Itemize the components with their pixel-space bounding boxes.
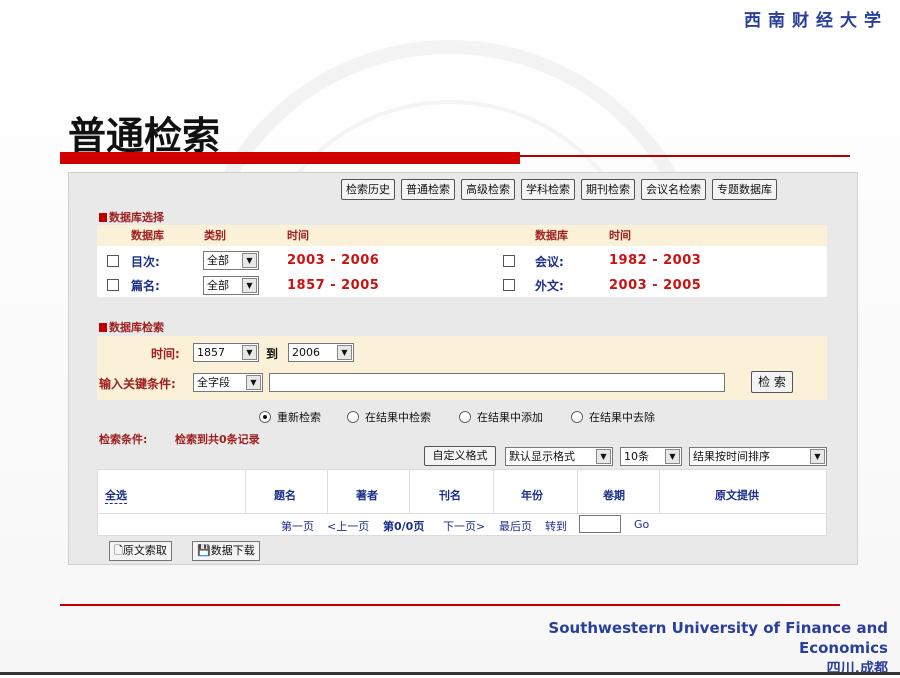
keyword-input[interactable] — [269, 373, 725, 392]
checkbox-conference[interactable] — [503, 255, 515, 267]
page-status: 第0/0页 — [383, 520, 425, 533]
years-foreign: 2003 - 2005 — [609, 278, 702, 293]
column-divider — [577, 469, 578, 514]
footer-rule — [60, 604, 840, 606]
journal-search-button[interactable]: 期刊检索 — [581, 179, 635, 200]
last-page-link[interactable]: 最后页 — [499, 518, 532, 534]
db-search-label: 数据库检索 — [99, 319, 164, 335]
column-journal[interactable]: 刊名 — [439, 487, 461, 503]
years-toc: 2003 - 2006 — [287, 253, 380, 268]
custom-format-button[interactable]: 自定义格式 — [424, 446, 496, 466]
chevron-down-icon: ▼ — [242, 253, 257, 268]
go-button[interactable]: Go — [634, 518, 649, 531]
db-name-title: 篇名: — [131, 279, 160, 293]
search-button[interactable]: 检 索 — [751, 371, 793, 393]
city-label: 四川.成都 — [826, 661, 888, 677]
keyword-label: 输入关键条件: — [99, 377, 176, 391]
condition-label: 检索条件: — [99, 433, 148, 446]
col-time: 时间 — [287, 229, 309, 242]
toolbar: 检索历史 普通检索 高级检索 学科检索 期刊检索 会议名检索 专题数据库 — [341, 179, 777, 200]
column-divider — [493, 469, 494, 514]
radio-remove-from-results[interactable]: 在结果中去除 — [571, 409, 655, 425]
checkbox-foreign[interactable] — [503, 279, 515, 291]
display-format-select[interactable]: 默认显示格式 ▼ — [505, 447, 613, 466]
column-divider — [245, 469, 246, 514]
chevron-down-icon: ▼ — [596, 449, 611, 464]
chevron-down-icon: ▼ — [337, 345, 352, 360]
db-name-conference: 会议: — [535, 255, 564, 269]
to-label: 到 — [266, 347, 279, 361]
col-db-2: 数据库 — [535, 229, 568, 242]
sort-select[interactable]: 结果按时间排序 ▼ — [689, 447, 827, 466]
goto-label: 转到 — [545, 520, 567, 533]
from-year-select[interactable]: 1857 ▼ — [193, 343, 259, 362]
search-screenshot-panel: 检索历史 普通检索 高级检索 学科检索 期刊检索 会议名检索 专题数据库 数据库… — [68, 172, 858, 565]
column-title[interactable]: 题名 — [274, 487, 296, 503]
type-select-title[interactable]: 全部 ▼ — [203, 276, 259, 295]
radio-new-search[interactable]: 重新检索 — [259, 409, 321, 425]
prev-page-link[interactable]: <上一页 — [327, 518, 369, 534]
condition-value: 检索到共0条记录 — [175, 433, 260, 446]
title-accent-bar — [60, 152, 520, 164]
years-title: 1857 - 2005 — [287, 278, 380, 293]
chevron-down-icon: ▼ — [246, 375, 261, 390]
radio-search-within[interactable]: 在结果中检索 — [347, 409, 431, 425]
radio-icon — [347, 411, 359, 423]
to-year-select[interactable]: 2006 ▼ — [288, 343, 354, 362]
next-page-link[interactable]: 下一页> — [443, 518, 485, 534]
radio-add-to-results[interactable]: 在结果中添加 — [459, 409, 543, 425]
column-author[interactable]: 著者 — [356, 487, 378, 503]
column-divider — [327, 469, 328, 514]
field-select[interactable]: 全字段 ▼ — [193, 373, 263, 392]
column-divider — [659, 469, 660, 514]
goto-page-input[interactable] — [579, 515, 621, 533]
first-page-link[interactable]: 第一页 — [281, 518, 314, 534]
years-conference: 1982 - 2003 — [609, 253, 702, 268]
time-label: 时间: — [151, 347, 180, 361]
type-select-toc[interactable]: 全部 ▼ — [203, 251, 259, 270]
chevron-down-icon: ▼ — [242, 278, 257, 293]
data-download-button[interactable]: 💾数据下载 — [192, 541, 260, 561]
column-year[interactable]: 年份 — [521, 487, 543, 503]
chevron-down-icon: ▼ — [810, 449, 825, 464]
checkbox-title[interactable] — [107, 279, 119, 291]
fulltext-request-button[interactable]: 🗋原文索取 — [109, 541, 172, 561]
university-name-en: Southwestern University of Finance and E… — [548, 619, 888, 657]
db-select-label: 数据库选择 — [99, 209, 164, 225]
save-icon: 💾 — [197, 544, 211, 557]
column-volume[interactable]: 卷期 — [603, 487, 625, 503]
slide: 西南财经大学 普通检索 检索历史 普通检索 高级检索 学科检索 期刊检索 会议名… — [0, 0, 900, 677]
db-name-foreign: 外文: — [535, 279, 564, 293]
col-type: 类别 — [204, 229, 226, 242]
chevron-down-icon: ▼ — [665, 449, 680, 464]
conference-search-button[interactable]: 会议名检索 — [641, 179, 706, 200]
radio-icon — [571, 411, 583, 423]
special-db-button[interactable]: 专题数据库 — [712, 179, 777, 200]
radio-selected-icon — [259, 411, 271, 423]
db-name-toc: 目次: — [131, 255, 160, 269]
checkbox-toc[interactable] — [107, 255, 119, 267]
select-all-checkbox[interactable]: 全选 — [105, 487, 127, 504]
university-name-cn: 西南财经大学 — [744, 11, 888, 31]
radio-icon — [459, 411, 471, 423]
col-db: 数据库 — [131, 229, 164, 242]
section-marker-icon — [99, 213, 107, 222]
document-icon: 🗋 — [114, 544, 123, 557]
col-time-2: 时间 — [609, 229, 631, 242]
advanced-search-button[interactable]: 高级检索 — [461, 179, 515, 200]
section-marker-icon — [99, 323, 107, 332]
column-divider — [409, 469, 410, 514]
subject-search-button[interactable]: 学科检索 — [521, 179, 575, 200]
chevron-down-icon: ▼ — [242, 345, 257, 360]
page-size-select[interactable]: 10条 ▼ — [620, 447, 682, 466]
history-button[interactable]: 检索历史 — [341, 179, 395, 200]
basic-search-button[interactable]: 普通检索 — [401, 179, 455, 200]
column-fulltext[interactable]: 原文提供 — [715, 487, 759, 503]
